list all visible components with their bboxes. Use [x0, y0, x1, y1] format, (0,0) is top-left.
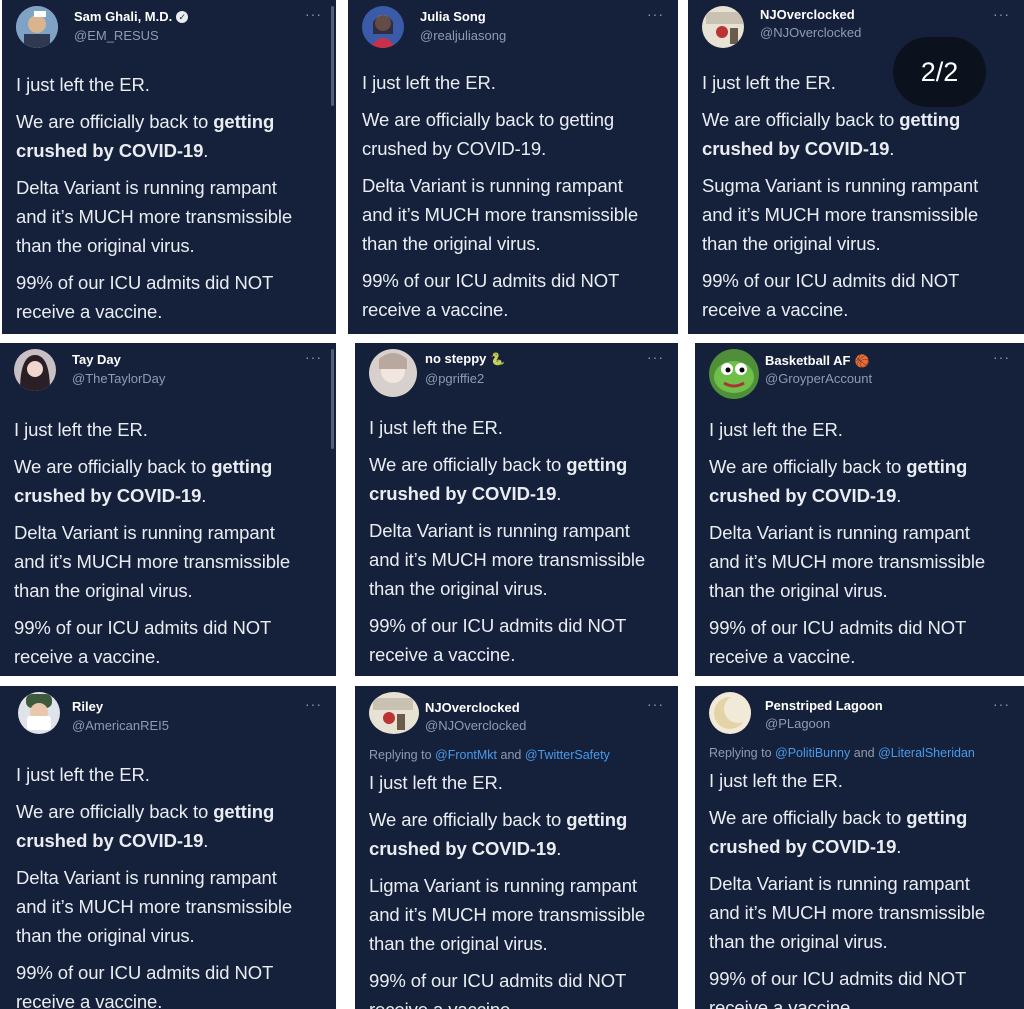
display-name[interactable]: Basketball AF 🏀 [765, 353, 869, 368]
avatar[interactable] [14, 349, 56, 391]
mention-link[interactable]: @PolitiBunny [775, 746, 850, 760]
more-options-icon[interactable]: ··· [993, 6, 1010, 22]
user-handle[interactable]: @GroyperAccount [765, 371, 872, 386]
more-options-icon[interactable]: ··· [305, 349, 322, 365]
tweet-card[interactable]: Basketball AF 🏀 @GroyperAccount ··· I jus… [695, 343, 1024, 676]
more-options-icon[interactable]: ··· [647, 696, 664, 712]
avatar[interactable] [709, 349, 759, 399]
tweet-card[interactable]: Penstriped Lagoon @PLagoon ··· Replying … [695, 686, 1024, 1009]
tweet-body: I just left the ER. We are officially ba… [362, 72, 639, 320]
replying-to: Replying to @PolitiBunny and @LiteralShe… [709, 746, 975, 760]
display-name[interactable]: Sam Ghali, M.D. ✓ [74, 9, 189, 24]
page-indicator-badge: 2/2 [893, 37, 986, 107]
tweet-body: I just left the ER. We are officially ba… [16, 74, 293, 322]
tweet-card[interactable]: no steppy 🐍 @pgriffie2 ··· I just left th… [355, 343, 678, 676]
display-name[interactable]: no steppy 🐍 [425, 351, 505, 366]
mention-link[interactable]: @LiteralSheridan [878, 746, 975, 760]
tweet-body: I just left the ER. We are officially ba… [369, 417, 646, 665]
tweet-card[interactable]: Riley @AmericanREI5 ··· I just left the … [0, 686, 336, 1009]
tweet-card[interactable]: NJOverclocked @NJOverclocked ··· Replyin… [355, 686, 678, 1009]
user-handle[interactable]: @EM_RESUS [74, 28, 159, 43]
mention-link[interactable]: @FrontMkt [435, 748, 497, 762]
scrollbar[interactable] [331, 6, 334, 106]
display-name[interactable]: Tay Day [72, 352, 121, 367]
user-handle[interactable]: @pgriffie2 [425, 371, 484, 386]
display-name[interactable]: Julia Song [420, 9, 486, 24]
more-options-icon[interactable]: ··· [993, 696, 1010, 712]
basketball-icon: 🏀 [854, 354, 870, 368]
avatar[interactable] [16, 6, 58, 48]
more-options-icon[interactable]: ··· [647, 6, 664, 22]
avatar[interactable] [18, 692, 60, 734]
display-name[interactable]: NJOverclocked [760, 7, 855, 22]
display-name[interactable]: Riley [72, 699, 103, 714]
tweet-body: I just left the ER. We are officially ba… [16, 764, 293, 1009]
avatar[interactable] [709, 692, 751, 734]
tweet-card[interactable]: Tay Day @TheTaylorDay ··· I just left th… [0, 343, 336, 676]
tweet-body: I just left the ER. We are officially ba… [709, 419, 986, 667]
scrollbar[interactable] [331, 349, 334, 449]
tweet-card[interactable]: Julia Song @realjuliasong ··· I just lef… [348, 0, 678, 334]
avatar[interactable] [362, 6, 404, 48]
more-options-icon[interactable]: ··· [305, 696, 322, 712]
user-handle[interactable]: @TheTaylorDay [72, 371, 165, 386]
user-handle[interactable]: @NJOverclocked [760, 25, 861, 40]
avatar[interactable] [369, 692, 419, 734]
user-handle[interactable]: @realjuliasong [420, 28, 506, 43]
replying-to: Replying to @FrontMkt and @TwitterSafety [369, 748, 610, 762]
avatar[interactable] [702, 6, 744, 48]
more-options-icon[interactable]: ··· [647, 349, 664, 365]
snake-icon: 🐍 [490, 352, 506, 366]
more-options-icon[interactable]: ··· [305, 6, 322, 22]
mention-link[interactable]: @TwitterSafety [525, 748, 610, 762]
user-handle[interactable]: @PLagoon [765, 716, 830, 731]
tweet-card[interactable]: Sam Ghali, M.D. ✓ @EM_RESUS ··· I just le… [2, 0, 336, 334]
tweet-body: I just left the ER. We are officially ba… [702, 72, 979, 320]
user-handle[interactable]: @AmericanREI5 [72, 718, 169, 733]
tweet-body: I just left the ER. We are officially ba… [369, 772, 646, 1009]
display-name[interactable]: Penstriped Lagoon [765, 698, 883, 713]
tweet-body: I just left the ER. We are officially ba… [14, 419, 291, 667]
avatar[interactable] [369, 349, 417, 397]
user-handle[interactable]: @NJOverclocked [425, 718, 526, 733]
more-options-icon[interactable]: ··· [993, 349, 1010, 365]
tweet-body: I just left the ER. We are officially ba… [709, 770, 986, 1009]
display-name[interactable]: NJOverclocked [425, 700, 520, 715]
verified-badge-icon: ✓ [176, 11, 189, 23]
